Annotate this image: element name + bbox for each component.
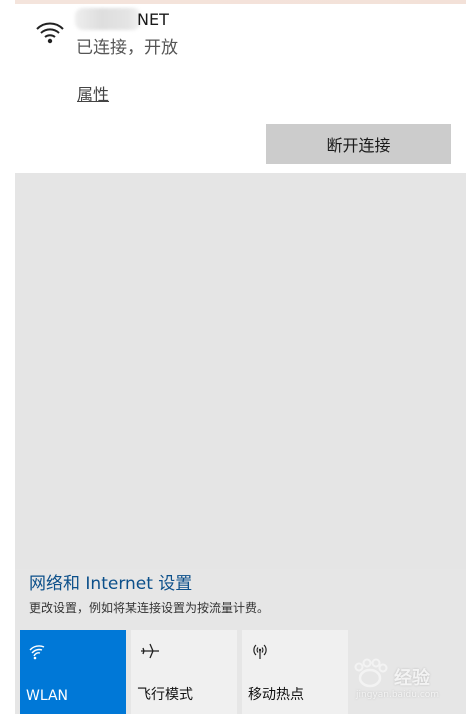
quick-action-airplane-mode[interactable]: 飞行模式 — [131, 630, 237, 714]
paw-logo-icon — [354, 658, 388, 688]
network-list — [15, 173, 466, 569]
wifi-icon — [27, 640, 49, 662]
watermark-text: 经验 — [394, 668, 430, 689]
connection-status: 已连接，开放 — [76, 38, 178, 58]
hotspot-icon — [249, 640, 271, 662]
quick-action-label: 飞行模式 — [137, 687, 193, 703]
disconnect-button[interactable]: 断开连接 — [266, 124, 451, 164]
properties-link[interactable]: 属性 — [77, 81, 109, 105]
quick-action-label: 移动热点 — [248, 687, 304, 703]
quick-action-label: WLAN — [26, 688, 69, 704]
right-edge — [466, 0, 470, 714]
left-edge — [0, 0, 15, 714]
top-edge — [15, 0, 466, 4]
quick-action-wlan[interactable]: WLAN — [20, 630, 126, 714]
network-flyout: NET 已连接，开放 属性 断开连接 网络和 Internet 设置 更改设置，… — [0, 0, 470, 714]
ssid-redacted — [75, 8, 141, 30]
airplane-icon — [138, 640, 160, 662]
quick-action-mobile-hotspot[interactable]: 移动热点 — [242, 630, 348, 714]
watermark-url: jingyan.baidu.com — [356, 690, 440, 700]
network-ssid: NET — [137, 10, 169, 29]
settings-description: 更改设置，例如将某连接设置为按流量计费。 — [29, 601, 270, 615]
network-settings-link[interactable]: 网络和 Internet 设置 — [29, 569, 192, 594]
baidu-jingyan-watermark: 经验 jingyan.baidu.com — [350, 658, 460, 706]
connected-network-item[interactable]: NET 已连接，开放 属性 断开连接 — [15, 0, 466, 173]
wifi-signal-icon — [35, 18, 65, 44]
